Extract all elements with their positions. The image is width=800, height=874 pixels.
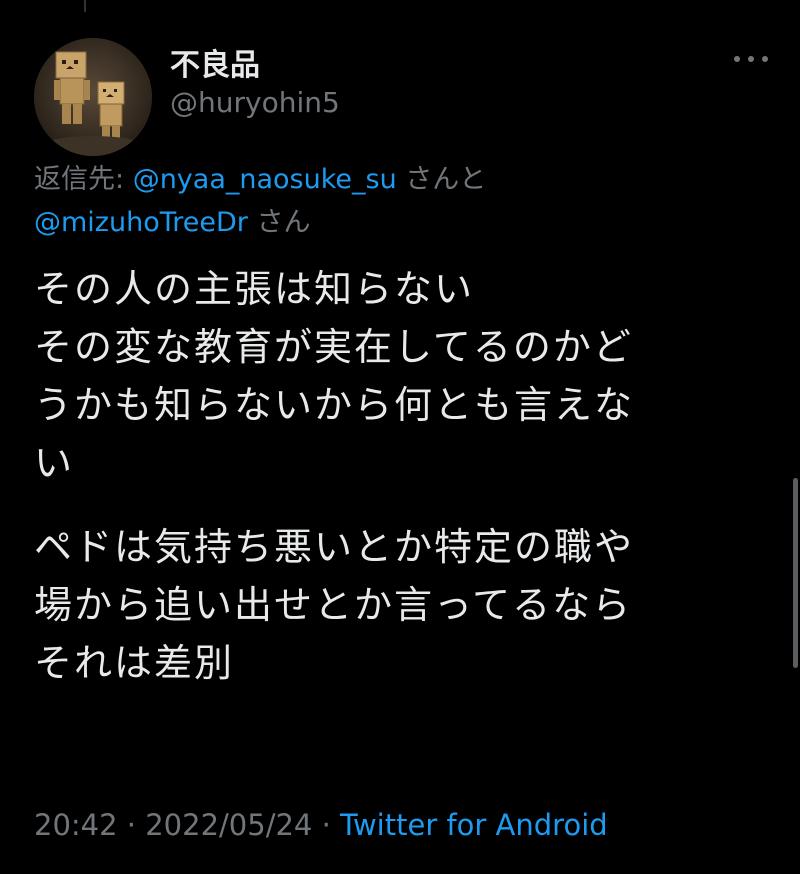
avatar[interactable] <box>34 38 152 156</box>
author-display-name[interactable]: 不良品 <box>170 40 260 84</box>
tweet-source-link[interactable]: Twitter for Android <box>340 808 608 842</box>
more-options-button[interactable] <box>734 44 768 74</box>
author-handle[interactable]: @huryohin5 <box>170 86 340 119</box>
tweet-line: うかも知らないから何とも言えな <box>34 383 635 427</box>
reply-joiner: さんと <box>396 164 487 195</box>
tweet-paragraph: その人の主張は知らない その変な教育が実在してるのかど うかも知らないから何とも… <box>34 260 774 492</box>
tweet-meta: 20:42 · 2022/05/24 · Twitter for Android <box>34 808 608 842</box>
tweet-paragraph: ペドは気持ち悪いとか特定の職や 場から追い出せとか言ってるなら それは差別 <box>34 518 774 692</box>
tweet-line: その人の主張は知らない <box>34 267 475 311</box>
meta-separator: · <box>312 808 341 842</box>
mention-link-mizuho[interactable]: @mizuhoTreeDr <box>34 207 248 238</box>
tweet-date[interactable]: 2022/05/24 <box>145 808 312 842</box>
tweet-line: 場から追い出せとか言ってるなら <box>34 583 633 627</box>
tweet-line: それは差別 <box>34 641 235 685</box>
reply-prefix: 返信先: <box>34 164 133 195</box>
reply-to-context: 返信先: @nyaa_naosuke_su さんと @mizuhoTreeDr … <box>34 158 754 244</box>
tweet-line: ペドは気持ち悪いとか特定の職や <box>34 525 635 569</box>
tweet-text: その人の主張は知らない その変な教育が実在してるのかど うかも知らないから何とも… <box>34 260 774 692</box>
reply-suffix: さん <box>247 207 311 238</box>
more-horizontal-icon <box>734 56 740 62</box>
tweet-line: い <box>34 441 75 485</box>
more-horizontal-icon <box>762 56 768 62</box>
mention-link-nyaa[interactable]: @nyaa_naosuke_su <box>133 164 397 195</box>
reply-line-2: @mizuhoTreeDr さん <box>34 201 754 244</box>
meta-separator: · <box>117 808 146 842</box>
more-horizontal-icon <box>748 56 754 62</box>
timeline-connector-line <box>84 0 86 12</box>
tweet-time[interactable]: 20:42 <box>34 808 118 842</box>
reply-line-1: 返信先: @nyaa_naosuke_su さんと <box>34 158 754 201</box>
tweet-line: その変な教育が実在してるのかど <box>34 325 633 369</box>
scrollbar[interactable] <box>793 478 798 668</box>
danbo-avatar-icon <box>34 38 152 156</box>
